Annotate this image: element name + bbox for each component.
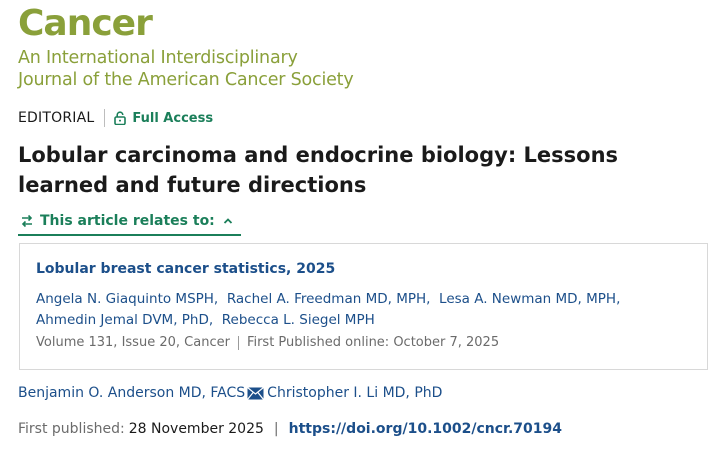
envelope-icon[interactable] [247,386,265,400]
related-author[interactable]: Rachel A. Freedman MD, MPH, [227,291,431,307]
lock-open-icon [114,111,127,125]
related-article-card: Lobular breast cancer statistics, 2025 A… [19,243,708,370]
meta-divider [104,109,106,127]
related-author[interactable]: Lesa A. Newman MD, MPH, [439,291,620,307]
related-author[interactable]: Rebecca L. Siegel MPH [222,312,375,328]
access-badge: Full Access [114,111,213,126]
publication-info: First published: 28 November 2025 | http… [18,421,562,437]
related-author[interactable]: Ahmedin Jemal DVM, PhD, [36,312,213,328]
access-label: Full Access [132,110,214,126]
relates-to-toggle[interactable]: This article relates to: [18,208,241,236]
relates-to-label: This article relates to: [40,213,215,229]
related-article-meta: Volume 131, Issue 20, Cancer First Publi… [36,335,499,350]
related-authors: Angela N. Giaquinto MSPH, Rachel A. Free… [36,289,676,331]
related-article-title[interactable]: Lobular breast cancer statistics, 2025 [36,261,335,277]
published-label: First published: [18,421,125,437]
chevron-up-icon [223,217,233,225]
journal-subtitle-line-1: An International Interdisciplinary [18,48,298,68]
article-type: EDITORIAL [18,110,95,126]
swap-arrows-icon [20,214,34,228]
pub-divider: | [273,421,279,437]
author-link[interactable]: Benjamin O. Anderson MD, FACS [18,385,245,401]
journal-subtitle-line-2: Journal of the American Cancer Society [18,70,354,90]
related-published: First Published online: October 7, 2025 [246,335,500,350]
article-authors: Benjamin O. Anderson MD, FACS Christophe… [18,385,442,401]
related-issue: Issue 20, [121,335,181,350]
journal-subtitle: An International Interdisciplinary Journ… [18,47,354,91]
article-meta-row: EDITORIAL Full Access [18,108,213,128]
related-meta-divider [237,335,239,350]
journal-title[interactable]: Cancer [18,2,153,46]
article-title: Lobular carcinoma and endocrine biology:… [18,143,619,197]
author-link[interactable]: Christopher I. Li MD, PhD [267,385,442,401]
related-journal: Cancer [184,335,230,350]
published-date: 28 November 2025 [128,421,264,437]
doi-link[interactable]: https://doi.org/10.1002/cncr.70194 [289,421,562,437]
related-author[interactable]: Angela N. Giaquinto MSPH, [36,291,218,307]
related-volume: Volume 131, [36,335,118,350]
